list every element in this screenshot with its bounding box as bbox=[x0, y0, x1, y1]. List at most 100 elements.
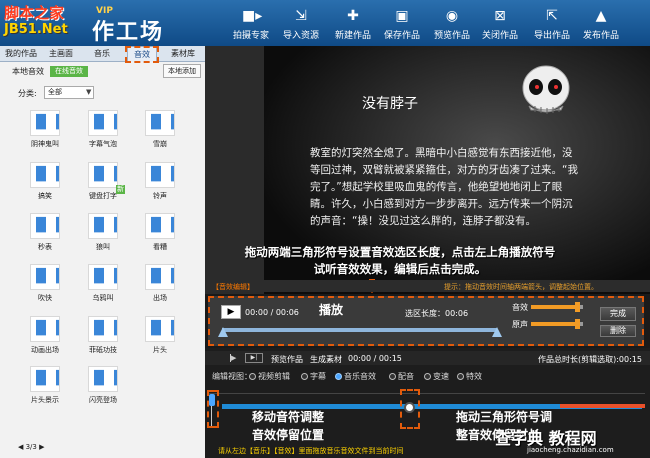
sfx-item[interactable]: ▐▌▐▌ 菲砥功技 bbox=[84, 316, 122, 355]
new-file-icon: ✚ bbox=[347, 8, 359, 24]
sfx-item-label: 看糟 bbox=[153, 243, 167, 251]
drop-hint: 请从左边【音乐】【音效】里面拖放音乐音效文件到当前时间 bbox=[218, 447, 404, 455]
export-icon: ⇱ bbox=[546, 8, 558, 24]
radio-dot-icon bbox=[457, 373, 464, 380]
tab-material-library[interactable]: 素材库 bbox=[164, 46, 202, 62]
sfx-item[interactable]: ▐▌▐▌ 秒表 bbox=[26, 213, 64, 252]
import-icon: ⇲ bbox=[295, 8, 307, 24]
sfx-item[interactable]: ▐▌▐▌ 雪崩 bbox=[141, 110, 179, 149]
toolbar-preview-button[interactable]: ◉ 预览作品 bbox=[433, 8, 471, 44]
volume-fill bbox=[531, 305, 580, 309]
waveform-icon: ▐▌▐▌ bbox=[88, 264, 118, 290]
sfx-item[interactable]: ▐▌▐▌ 出场 bbox=[141, 264, 179, 303]
radio-dot-icon bbox=[249, 373, 256, 380]
tab-main-screen[interactable]: 主画面 bbox=[42, 46, 80, 62]
waveform-icon: ▐▌▐▌ bbox=[145, 264, 175, 290]
pager[interactable]: ◀ 3/3 ▶ bbox=[18, 443, 44, 451]
toolbar-import-button[interactable]: ⇲ 导入资源 bbox=[282, 8, 320, 44]
view-radio[interactable]: 变速 bbox=[424, 371, 449, 382]
timeline-ruler bbox=[208, 382, 645, 394]
sfx-item-label: 菲砥功技 bbox=[89, 346, 117, 354]
view-radio-label: 变速 bbox=[433, 372, 449, 381]
sfx-item-label: 字幕气泡 bbox=[89, 140, 117, 148]
sfx-item[interactable]: ▐▌▐▌ 吹快 bbox=[26, 264, 64, 303]
frame-icon[interactable]: ▶| bbox=[245, 353, 263, 363]
view-radio[interactable]: 配音 bbox=[389, 371, 414, 382]
original-sound-fill bbox=[531, 322, 580, 326]
original-sound-label: 原声 bbox=[512, 320, 528, 329]
timeline-time: 00:00 / 00:15 bbox=[348, 354, 402, 363]
generate-material-button[interactable]: 生成素材 bbox=[310, 354, 342, 365]
waveform-icon: ▐▌▐▌ bbox=[30, 366, 60, 392]
sfx-item[interactable]: ▐▌▐▌ 片头景示 bbox=[26, 366, 64, 405]
view-radio[interactable]: 字幕 bbox=[301, 371, 326, 382]
eye-icon: ◉ bbox=[445, 8, 459, 24]
sfx-item[interactable]: ▐▌▐▌ 铃声 bbox=[141, 162, 179, 201]
tab-highlight bbox=[125, 46, 159, 63]
move-note-annotation: 移动音符调整 音效停留位置 bbox=[252, 410, 325, 442]
sfx-item[interactable]: ▐▌▐▌ 闪亮登场 bbox=[84, 366, 122, 405]
sfx-item[interactable]: ▐▌▐▌ 狼叫 bbox=[84, 213, 122, 252]
tab-my-works[interactable]: 我的作品 bbox=[2, 46, 40, 62]
toolbar-save-button[interactable]: ▣ 保存作品 bbox=[383, 8, 421, 44]
edit-view-label: 编辑视图： bbox=[212, 372, 252, 381]
sfx-item[interactable]: ▐▌▐▌ 搞笑 bbox=[26, 162, 64, 201]
sfx-range-bar[interactable] bbox=[222, 328, 497, 332]
local-sfx-tab[interactable]: 本地音效 bbox=[12, 66, 44, 77]
original-sound-knob[interactable] bbox=[575, 319, 580, 329]
sfx-item[interactable]: ▐▌▐▌ 字幕气泡 bbox=[84, 110, 122, 149]
sfx-item-label: 铃声 bbox=[153, 192, 167, 200]
sfx-item[interactable]: ▐▌▐▌键盘打字 bbox=[84, 162, 122, 201]
radio-dot-icon bbox=[335, 373, 342, 380]
publish-icon: ▲ bbox=[595, 8, 607, 24]
sfx-item-label: 动画出场 bbox=[31, 346, 59, 354]
play-button[interactable]: ▶ bbox=[221, 305, 241, 319]
preview-work-button[interactable]: 预览作品 bbox=[271, 354, 303, 365]
waveform-icon: ▐▌▐▌ bbox=[30, 162, 60, 188]
sfx-item[interactable]: ▐▌▐▌ 阴神鬼叫 bbox=[26, 110, 64, 149]
range-end-triangle[interactable] bbox=[492, 327, 502, 337]
toolbar-camera-button[interactable]: ■▸ 拍摄专家 bbox=[232, 8, 270, 44]
note-handle-highlight bbox=[207, 390, 219, 428]
waveform-icon: ▐▌▐▌ bbox=[145, 162, 175, 188]
sfx-item[interactable]: ▐▌▐▌ 动画出场 bbox=[26, 316, 64, 355]
duration-handle-highlight bbox=[400, 389, 420, 429]
sfx-item-label: 出场 bbox=[153, 294, 167, 302]
waveform-icon: ▐▌▐▌ bbox=[30, 316, 60, 342]
editor-title: 【音效编辑】 bbox=[212, 283, 254, 291]
total-duration: 作品总时长(剪辑选取):00:15 bbox=[538, 355, 642, 364]
story-title: 没有脖子 bbox=[362, 96, 418, 112]
range-start-triangle[interactable] bbox=[218, 327, 228, 337]
volume-knob[interactable] bbox=[575, 302, 580, 312]
radio-dot-icon bbox=[424, 373, 431, 380]
toolbar-publish-button[interactable]: ▲ 发布作品 bbox=[582, 8, 620, 44]
view-radio[interactable]: 特效 bbox=[457, 371, 482, 382]
sfx-item-label: 片头 bbox=[153, 346, 167, 354]
view-radio[interactable]: 音乐音效 bbox=[335, 371, 376, 382]
toolbar-new-button[interactable]: ✚ 新建作品 bbox=[334, 8, 372, 44]
sfx-item-label: 乌鸦叫 bbox=[92, 294, 114, 302]
sfx-item-label: 片头景示 bbox=[31, 396, 59, 404]
online-sfx-tab[interactable]: 在线音效 bbox=[50, 66, 88, 77]
view-radio[interactable]: 视频剪辑 bbox=[249, 371, 290, 382]
sfx-item-label: 秒表 bbox=[38, 243, 52, 251]
view-radio-label: 视频剪辑 bbox=[258, 372, 290, 381]
toolbar-close-button[interactable]: ⊠ 关闭作品 bbox=[481, 8, 519, 44]
done-button[interactable]: 完成 bbox=[600, 307, 636, 321]
toolbar-export-button[interactable]: ⇱ 导出作品 bbox=[533, 8, 571, 44]
sfx-item[interactable]: ▐▌▐▌ 乌鸦叫 bbox=[84, 264, 122, 303]
tab-music[interactable]: 音乐 bbox=[84, 46, 120, 62]
delete-button[interactable]: 删除 bbox=[600, 325, 636, 337]
view-radio-label: 特效 bbox=[466, 372, 482, 381]
sfx-item[interactable]: ▐▌▐▌ 看糟 bbox=[141, 213, 179, 252]
sfx-item-label: 吹快 bbox=[38, 294, 52, 302]
category-label: 分类: bbox=[18, 89, 37, 98]
sfx-item-label: 狼叫 bbox=[96, 243, 110, 251]
step-back-icon[interactable]: ▶ bbox=[230, 354, 238, 362]
add-local-button[interactable]: 本地添加 bbox=[163, 64, 201, 78]
app-name: 作工场 bbox=[92, 20, 165, 45]
volume-label: 音效 bbox=[512, 303, 528, 312]
site-watermark: 脚本之家 bbox=[4, 4, 65, 22]
sfx-item[interactable]: ▐▌▐▌ 片头 bbox=[141, 316, 179, 355]
sfx-item-label: 阴神鬼叫 bbox=[31, 140, 59, 148]
